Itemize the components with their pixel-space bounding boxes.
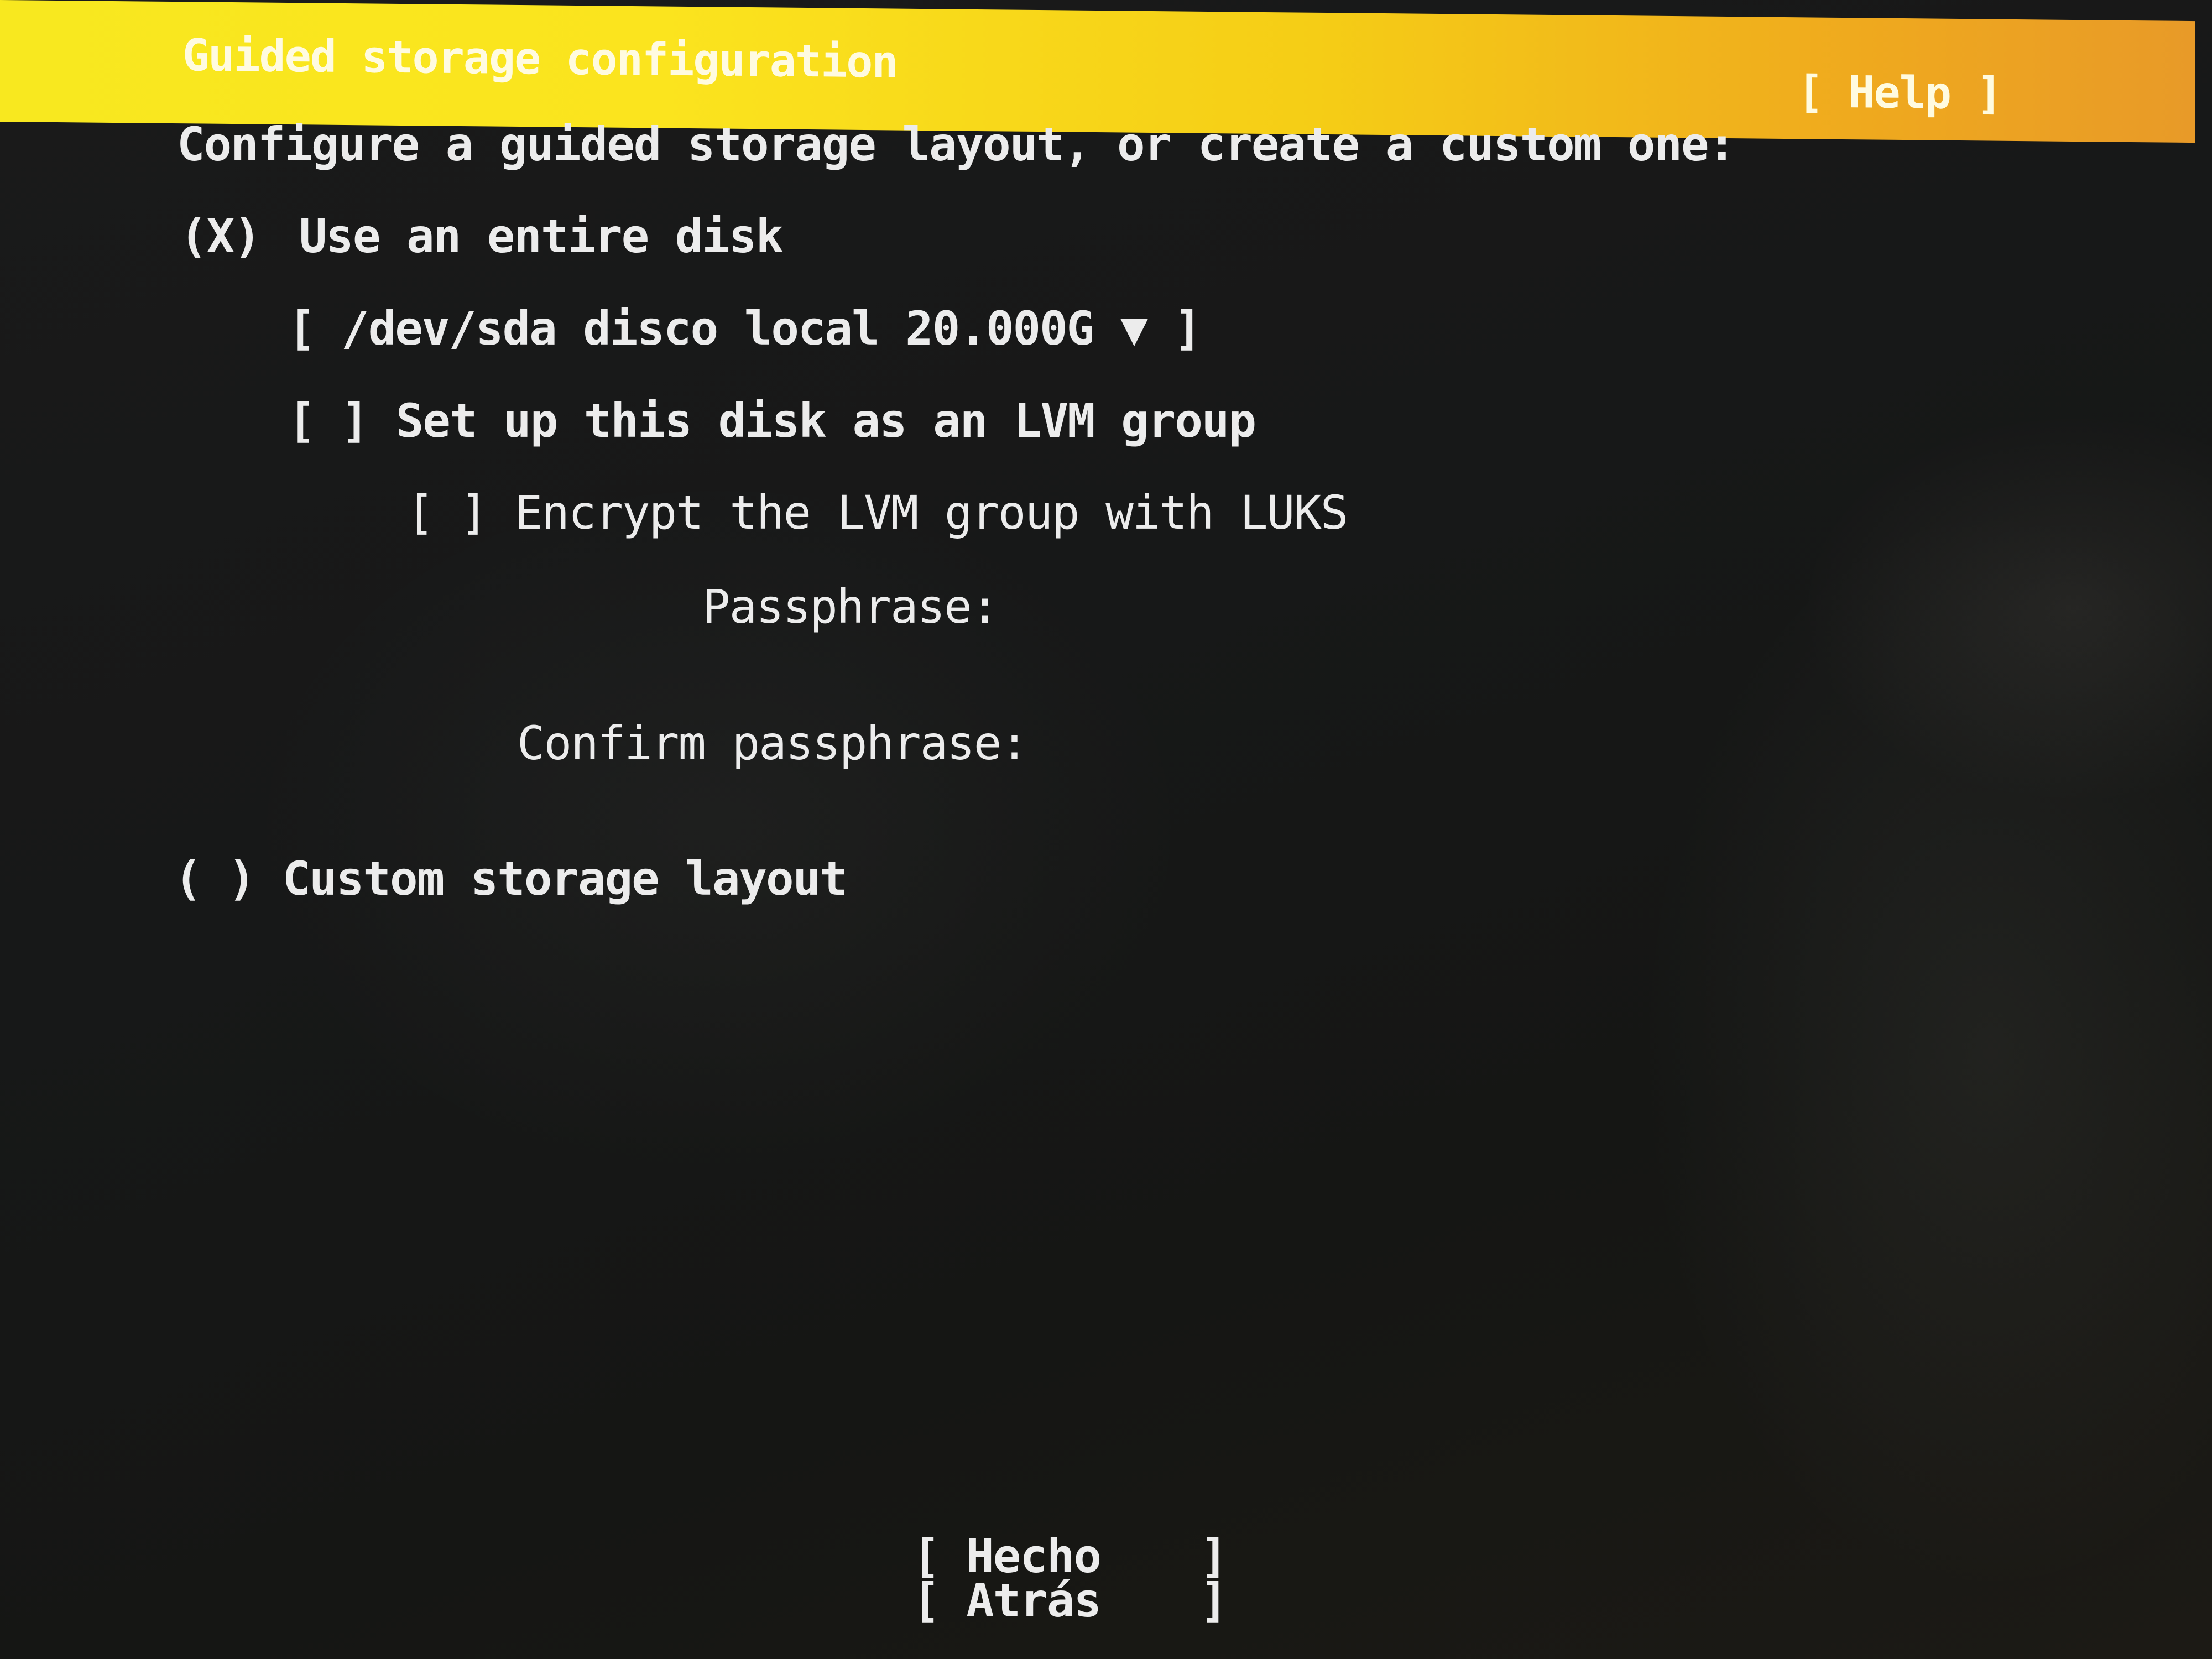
back-button-close-bracket[interactable]: ] <box>1200 1573 1228 1627</box>
radio-unselected-marker[interactable]: ( ) <box>174 852 256 906</box>
page-title: Guided storage configuration <box>182 29 898 88</box>
disk-select-dropdown[interactable]: [ /dev/sda disco local 20.000G ▼ ] <box>288 301 1202 356</box>
custom-storage-layout-label: Custom storage layout <box>282 852 848 906</box>
back-button-open-bracket: [ <box>912 1573 941 1627</box>
checkbox-marker[interactable]: [ ] <box>288 394 369 448</box>
disk-select-open-bracket: [ <box>288 301 316 356</box>
disk-select-close-bracket: ] <box>1173 301 1202 356</box>
lvm-group-label: Set up this disk as an LVM group <box>395 394 1256 448</box>
back-button[interactable]: [ Atrás <box>912 1573 1102 1627</box>
passphrase-label: Passphrase: <box>702 580 999 634</box>
back-button-label: Atrás <box>966 1573 1102 1627</box>
installer-screen: Guided storage configuration [ Help ] Co… <box>0 0 2212 1659</box>
luks-encrypt-label: Encrypt the LVM group with LUKS <box>514 486 1349 540</box>
confirm-passphrase-label: Confirm passphrase: <box>517 716 1029 770</box>
help-button[interactable]: [ Help ] <box>1797 66 2001 119</box>
radio-selected-marker[interactable]: (X) <box>180 209 262 263</box>
chevron-down-icon: ▼ <box>1120 301 1149 356</box>
intro-text: Configure a guided storage layout, or cr… <box>177 117 1736 171</box>
custom-storage-layout-option[interactable]: ( ) Custom storage layout <box>174 852 848 906</box>
use-entire-disk-label: Use an entire disk <box>299 209 784 263</box>
checkbox-marker[interactable]: [ ] <box>406 486 488 540</box>
disk-select-value: /dev/sda disco local 20.000G <box>341 301 1094 356</box>
luks-encrypt-checkbox[interactable]: [ ] Encrypt the LVM group with LUKS <box>406 486 1349 540</box>
lvm-group-checkbox[interactable]: [ ] Set up this disk as an LVM group <box>288 394 1256 448</box>
use-entire-disk-option[interactable]: (X) Use an entire disk <box>180 209 784 263</box>
